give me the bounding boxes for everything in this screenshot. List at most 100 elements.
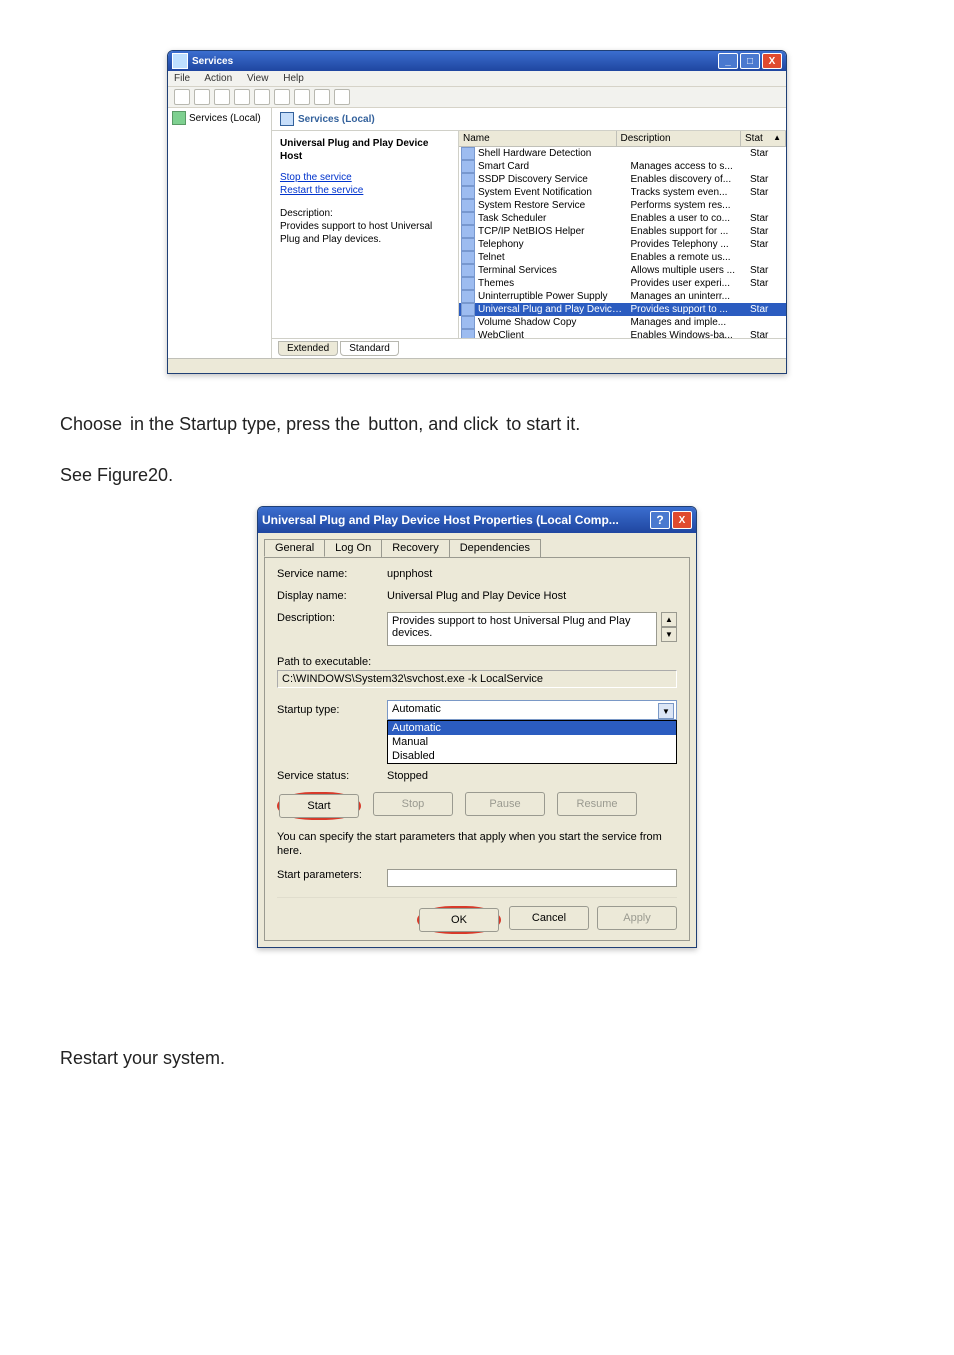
row-desc: Tracks system even... bbox=[631, 186, 751, 199]
option-automatic[interactable]: Automatic bbox=[388, 721, 676, 735]
close-button[interactable]: X bbox=[762, 53, 782, 69]
list-item[interactable]: Shell Hardware DetectionStar bbox=[459, 147, 786, 160]
tab-general[interactable]: General bbox=[264, 539, 325, 557]
list-item[interactable]: System Restore ServicePerforms system re… bbox=[459, 199, 786, 212]
row-status: Star bbox=[750, 303, 786, 316]
tree-root[interactable]: Services (Local) bbox=[172, 110, 267, 126]
toolbar-stop-icon[interactable] bbox=[294, 89, 310, 105]
list-item[interactable]: SSDP Discovery ServiceEnables discovery … bbox=[459, 173, 786, 186]
pause-button[interactable]: Pause bbox=[465, 792, 545, 816]
gear-icon bbox=[461, 147, 475, 160]
toolbar-back-icon[interactable] bbox=[174, 89, 190, 105]
startup-type-current: Automatic bbox=[392, 703, 441, 715]
list-item[interactable]: Volume Shadow CopyManages and imple... bbox=[459, 316, 786, 329]
minimize-button[interactable]: _ bbox=[718, 53, 738, 69]
row-name: TCP/IP NetBIOS Helper bbox=[478, 225, 631, 238]
service-status-value: Stopped bbox=[387, 770, 677, 782]
row-desc: Manages access to s... bbox=[631, 160, 751, 173]
list-item[interactable]: Uninterruptible Power SupplyManages an u… bbox=[459, 290, 786, 303]
row-desc: Enables support for ... bbox=[631, 225, 751, 238]
list-item[interactable]: TelephonyProvides Telephony ...Star bbox=[459, 238, 786, 251]
app-icon bbox=[172, 53, 188, 69]
list-item[interactable]: Universal Plug and Play Device HostProvi… bbox=[459, 303, 786, 316]
row-name: System Restore Service bbox=[478, 199, 631, 212]
row-status: Star bbox=[750, 147, 786, 160]
gear-icon bbox=[461, 303, 475, 316]
stop-button[interactable]: Stop bbox=[373, 792, 453, 816]
close-button[interactable]: X bbox=[672, 511, 692, 529]
row-name: Universal Plug and Play Device Host bbox=[478, 303, 631, 316]
list-item[interactable]: System Event NotificationTracks system e… bbox=[459, 186, 786, 199]
help-button[interactable]: ? bbox=[650, 511, 670, 529]
option-manual[interactable]: Manual bbox=[388, 735, 676, 749]
menu-help[interactable]: Help bbox=[283, 73, 304, 84]
gear-icon bbox=[461, 238, 475, 251]
gear-icon bbox=[461, 251, 475, 264]
tab-extended[interactable]: Extended bbox=[278, 341, 338, 356]
list-item[interactable]: ThemesProvides user experi...Star bbox=[459, 277, 786, 290]
start-params-note: You can specify the start parameters tha… bbox=[277, 830, 677, 859]
tree-pane: Services (Local) bbox=[168, 108, 272, 358]
resume-button[interactable]: Resume bbox=[557, 792, 637, 816]
gear-icon bbox=[461, 290, 475, 303]
toolbar-pause-icon[interactable] bbox=[314, 89, 330, 105]
col-description[interactable]: Description bbox=[617, 131, 742, 146]
row-desc: Provides support to ... bbox=[631, 303, 751, 316]
col-name[interactable]: Name bbox=[459, 131, 617, 146]
option-disabled[interactable]: Disabled bbox=[388, 749, 676, 763]
toolbar-restart-icon[interactable] bbox=[334, 89, 350, 105]
row-name: Telnet bbox=[478, 251, 631, 264]
col-status[interactable]: Stat bbox=[745, 133, 763, 144]
list-item[interactable]: Smart CardManages access to s... bbox=[459, 160, 786, 173]
text: See Figure20. bbox=[60, 465, 173, 485]
toolbar-play-icon[interactable] bbox=[274, 89, 290, 105]
list-item[interactable]: TelnetEnables a remote us... bbox=[459, 251, 786, 264]
tab-standard[interactable]: Standard bbox=[340, 341, 399, 356]
row-name: Uninterruptible Power Supply bbox=[478, 290, 631, 303]
view-tabs: Extended Standard bbox=[272, 338, 786, 358]
list-item[interactable]: TCP/IP NetBIOS HelperEnables support for… bbox=[459, 225, 786, 238]
row-status: Star bbox=[750, 277, 786, 290]
list-item[interactable]: Terminal ServicesAllows multiple users .… bbox=[459, 264, 786, 277]
tab-dependencies[interactable]: Dependencies bbox=[449, 539, 541, 557]
properties-dialog-figure: Universal Plug and Play Device Host Prop… bbox=[257, 506, 697, 948]
startup-type-dropdown: Automatic Manual Disabled bbox=[387, 720, 677, 764]
startup-type-select[interactable]: Automatic ▼ Automatic Manual Disabled bbox=[387, 700, 677, 720]
start-params-input[interactable] bbox=[387, 869, 677, 887]
toolbar-refresh-icon[interactable] bbox=[254, 89, 270, 105]
row-name: SSDP Discovery Service bbox=[478, 173, 631, 186]
pane-header-label: Services (Local) bbox=[298, 114, 375, 125]
service-title: Universal Plug and Play Device Host bbox=[280, 137, 450, 163]
chevron-down-icon[interactable]: ▼ bbox=[658, 703, 674, 719]
service-status-label: Service status: bbox=[277, 770, 387, 782]
path-value[interactable] bbox=[277, 670, 677, 688]
list-item[interactable]: Task SchedulerEnables a user to co...Sta… bbox=[459, 212, 786, 225]
gear-icon bbox=[461, 329, 475, 338]
scroll-up-icon[interactable]: ▲ bbox=[661, 612, 677, 627]
maximize-button[interactable]: □ bbox=[740, 53, 760, 69]
menu-view[interactable]: View bbox=[247, 73, 269, 84]
instruction-line-1: Choose in the Startup type, press the bu… bbox=[60, 414, 894, 435]
restart-service-link[interactable]: Restart the service bbox=[280, 185, 363, 196]
stop-service-link[interactable]: Stop the service bbox=[280, 172, 352, 183]
titlebar: Services _ □ X bbox=[168, 51, 786, 71]
description-box[interactable] bbox=[387, 612, 657, 646]
startup-type-label: Startup type: bbox=[277, 704, 387, 716]
row-name: System Event Notification bbox=[478, 186, 631, 199]
services-window-figure: Services _ □ X File Action View Help bbox=[167, 50, 787, 374]
tab-logon[interactable]: Log On bbox=[324, 539, 382, 557]
menu-action[interactable]: Action bbox=[204, 73, 232, 84]
gear-icon bbox=[461, 212, 475, 225]
toolbar-export-icon[interactable] bbox=[234, 89, 250, 105]
scroll-down-icon[interactable]: ▼ bbox=[661, 627, 677, 642]
cancel-button[interactable]: Cancel bbox=[509, 906, 589, 930]
ok-button[interactable]: OK bbox=[419, 908, 499, 932]
start-button[interactable]: Start bbox=[279, 794, 359, 818]
menu-file[interactable]: File bbox=[174, 73, 190, 84]
apply-button[interactable]: Apply bbox=[597, 906, 677, 930]
toolbar-prop-icon[interactable] bbox=[214, 89, 230, 105]
list-item[interactable]: WebClientEnables Windows-ba...Star bbox=[459, 329, 786, 338]
tab-recovery[interactable]: Recovery bbox=[381, 539, 449, 557]
toolbar-forward-icon[interactable] bbox=[194, 89, 210, 105]
scroll-up-icon[interactable]: ▲ bbox=[773, 133, 781, 144]
